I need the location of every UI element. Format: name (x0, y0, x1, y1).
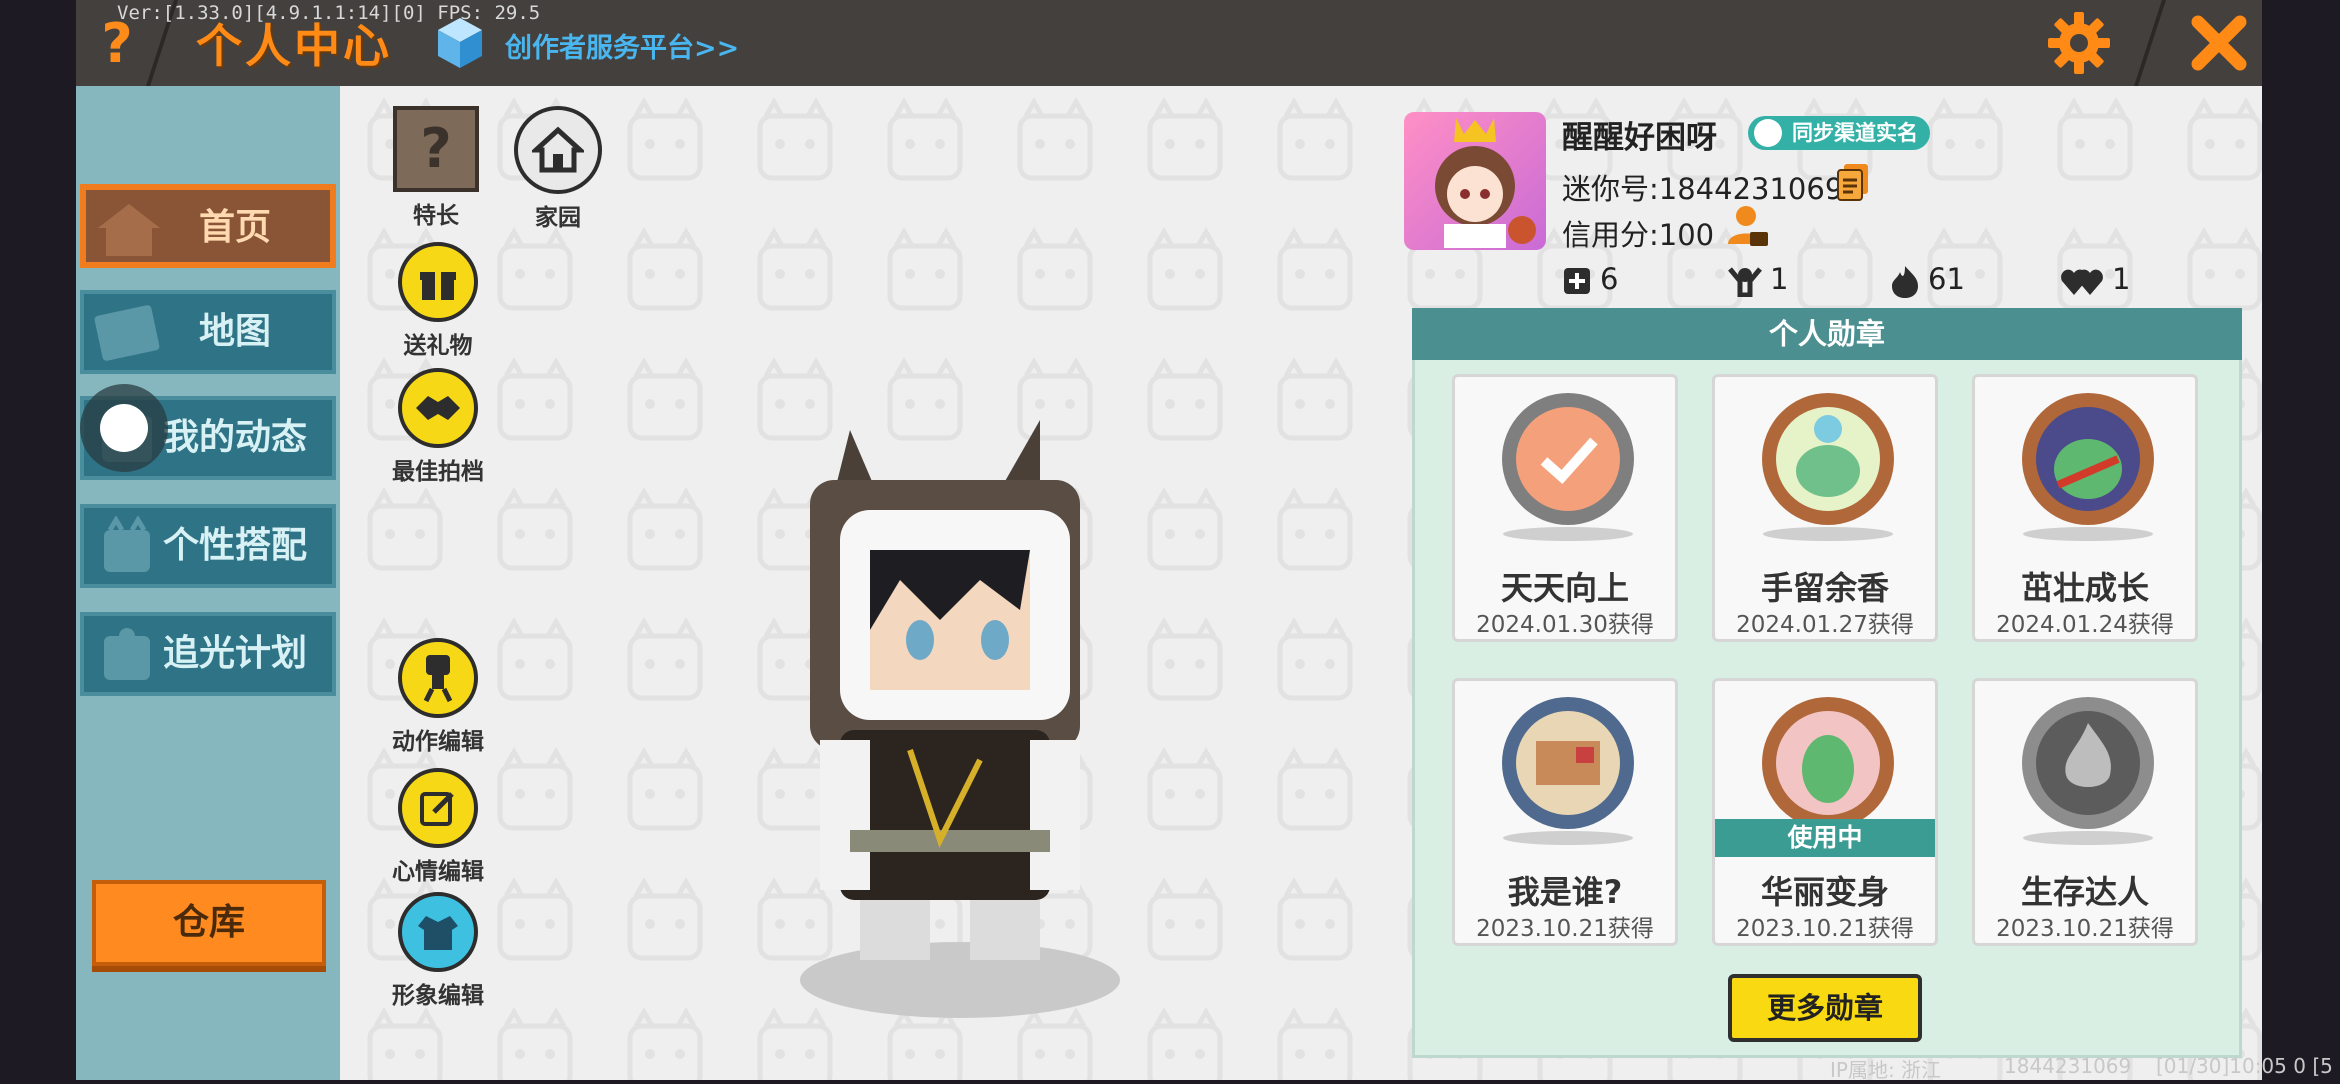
more-medals-button[interactable]: 更多勋章 (1728, 974, 1922, 1042)
question-block-icon: ? (393, 106, 479, 192)
sidebar-item-label: 个性搭配 (162, 525, 307, 566)
sync-realname-badge[interactable]: 同步渠道实名 (1748, 116, 1930, 150)
specialty-label: 特长 (413, 203, 459, 229)
jacket-icon (398, 892, 478, 972)
in-use-badge: 使用中 (1715, 819, 1935, 857)
sidebar-item-light-plan[interactable]: 追光计划 (80, 612, 336, 696)
medal-name: 我是谁? (1507, 873, 1623, 911)
medal-name: 茁壮成长 (2020, 569, 2149, 607)
medal-card[interactable]: 天天向上 2024.01.30获得 (1452, 374, 1678, 642)
cube-icon[interactable] (436, 16, 484, 70)
send-gift-button[interactable]: 送礼物 (378, 242, 498, 360)
badge-shadow (2023, 831, 2153, 845)
ip-location: IP属地: 浙江 (1830, 1058, 1942, 1082)
medal-badge-icon (1762, 393, 1894, 525)
avatar[interactable] (1404, 112, 1546, 250)
gear-icon[interactable] (2046, 10, 2112, 76)
badge-shadow (1503, 527, 1633, 541)
action-edit-label: 动作编辑 (392, 729, 484, 755)
player-avatar-3d[interactable] (770, 410, 1130, 1050)
best-shot-button[interactable]: 最佳拍档 (378, 368, 498, 486)
medal-panel-title: 个人勋章 (1412, 308, 2242, 360)
home-icon (514, 106, 602, 194)
sidebar-item-label: 追光计划 (162, 633, 307, 674)
medal-date: 2024.01.24获得 (1996, 612, 2174, 638)
medal-date: 2023.10.21获得 (1996, 916, 2174, 942)
medal-date: 2024.01.27获得 (1736, 612, 1914, 638)
look-edit-label: 形象编辑 (392, 983, 484, 1009)
medal-date: 2023.10.21获得 (1736, 916, 1914, 942)
mood-edit-button[interactable]: 心情编辑 (378, 768, 498, 886)
best-shot-label: 最佳拍档 (392, 459, 484, 485)
stat-heat: 61 (1890, 262, 1965, 298)
medal-badge-icon (2022, 393, 2154, 525)
credit-score: 信用分:100 (1562, 218, 1715, 252)
figure-icon (398, 638, 478, 718)
sidebar-item-map[interactable]: 地图 (80, 290, 336, 374)
footer-uid: 1844231069 (2004, 1054, 2132, 1078)
medal-card[interactable]: 生存达人 2023.10.21获得 (1972, 678, 2198, 946)
look-edit-button[interactable]: 形象编辑 (378, 892, 498, 1010)
flame-icon (1892, 266, 1918, 298)
warehouse-button[interactable]: 仓库 (92, 880, 326, 966)
medal-card[interactable]: 我是谁? 2023.10.21获得 (1452, 678, 1678, 946)
footer-timestamp: [01/30]10:05 0 [5 (2156, 1054, 2333, 1078)
medal-date: 2023.10.21获得 (1476, 916, 1654, 942)
send-gift-label: 送礼物 (403, 333, 473, 359)
stat-friends: 6 (1562, 262, 1618, 296)
home-label: 家园 (535, 205, 581, 231)
edit-icon (398, 768, 478, 848)
user-check-icon (1754, 119, 1782, 147)
stat-heat-value: 61 (1928, 262, 1965, 296)
sidebar-item-label: 地图 (198, 311, 271, 352)
badge-shadow (2023, 527, 2153, 541)
sidebar-item-label: 首页 (198, 207, 271, 248)
username: 醒醒好困呀 (1562, 120, 1717, 156)
badge-shadow (1503, 831, 1633, 845)
medal-badge-icon (1502, 697, 1634, 829)
stat-likes-value: 1 (2112, 262, 2131, 296)
mood-edit-label: 心情编辑 (392, 859, 484, 885)
medal-name: 华丽变身 (1760, 873, 1889, 911)
cheer-icon (1728, 267, 1762, 298)
medal-name: 天天向上 (1500, 569, 1629, 607)
medal-date: 2024.01.30获得 (1476, 612, 1654, 638)
badge-shadow (1763, 527, 1893, 541)
user-card-icon[interactable] (1726, 204, 1770, 250)
creator-platform-link[interactable]: 创作者服务平台>> (505, 26, 739, 65)
specialty-button[interactable]: ? 特长 (376, 106, 496, 230)
close-icon[interactable] (2186, 10, 2252, 76)
medal-card[interactable]: 手留余香 2024.01.27获得 (1712, 374, 1938, 642)
hearts-icon (2061, 269, 2103, 295)
medal-card[interactable]: 使用中 华丽变身 2023.10.21获得 (1712, 678, 1938, 946)
page-title: 个人中心 (196, 19, 392, 73)
gift-icon (398, 242, 478, 322)
sync-realname-label: 同步渠道实名 (1792, 121, 1918, 145)
sidebar-item-outfit[interactable]: 个性搭配 (80, 504, 336, 588)
stat-followers-value: 1 (1770, 262, 1789, 296)
medal-name: 生存达人 (2020, 873, 2149, 911)
home-button[interactable]: 家园 (498, 106, 618, 232)
medal-card[interactable]: 茁壮成长 2024.01.24获得 (1972, 374, 2198, 642)
action-edit-button[interactable]: 动作编辑 (378, 638, 498, 756)
copy-icon[interactable] (1836, 162, 1870, 202)
floating-toggle[interactable] (80, 384, 168, 472)
medal-badge-icon (1502, 393, 1634, 525)
stat-friends-value: 6 (1600, 262, 1619, 296)
sidebar-item-home[interactable]: 首页 (80, 184, 336, 268)
stat-followers: 1 (1728, 262, 1789, 298)
medal-badge-icon (1762, 697, 1894, 829)
medal-badge-icon (2022, 697, 2154, 829)
add-friend-icon (1564, 268, 1590, 294)
medal-name: 手留余香 (1760, 569, 1889, 607)
stat-likes: 1 (2060, 262, 2130, 297)
handshake-icon (398, 368, 478, 448)
mini-id: 迷你号:1844231069 (1562, 172, 1844, 206)
